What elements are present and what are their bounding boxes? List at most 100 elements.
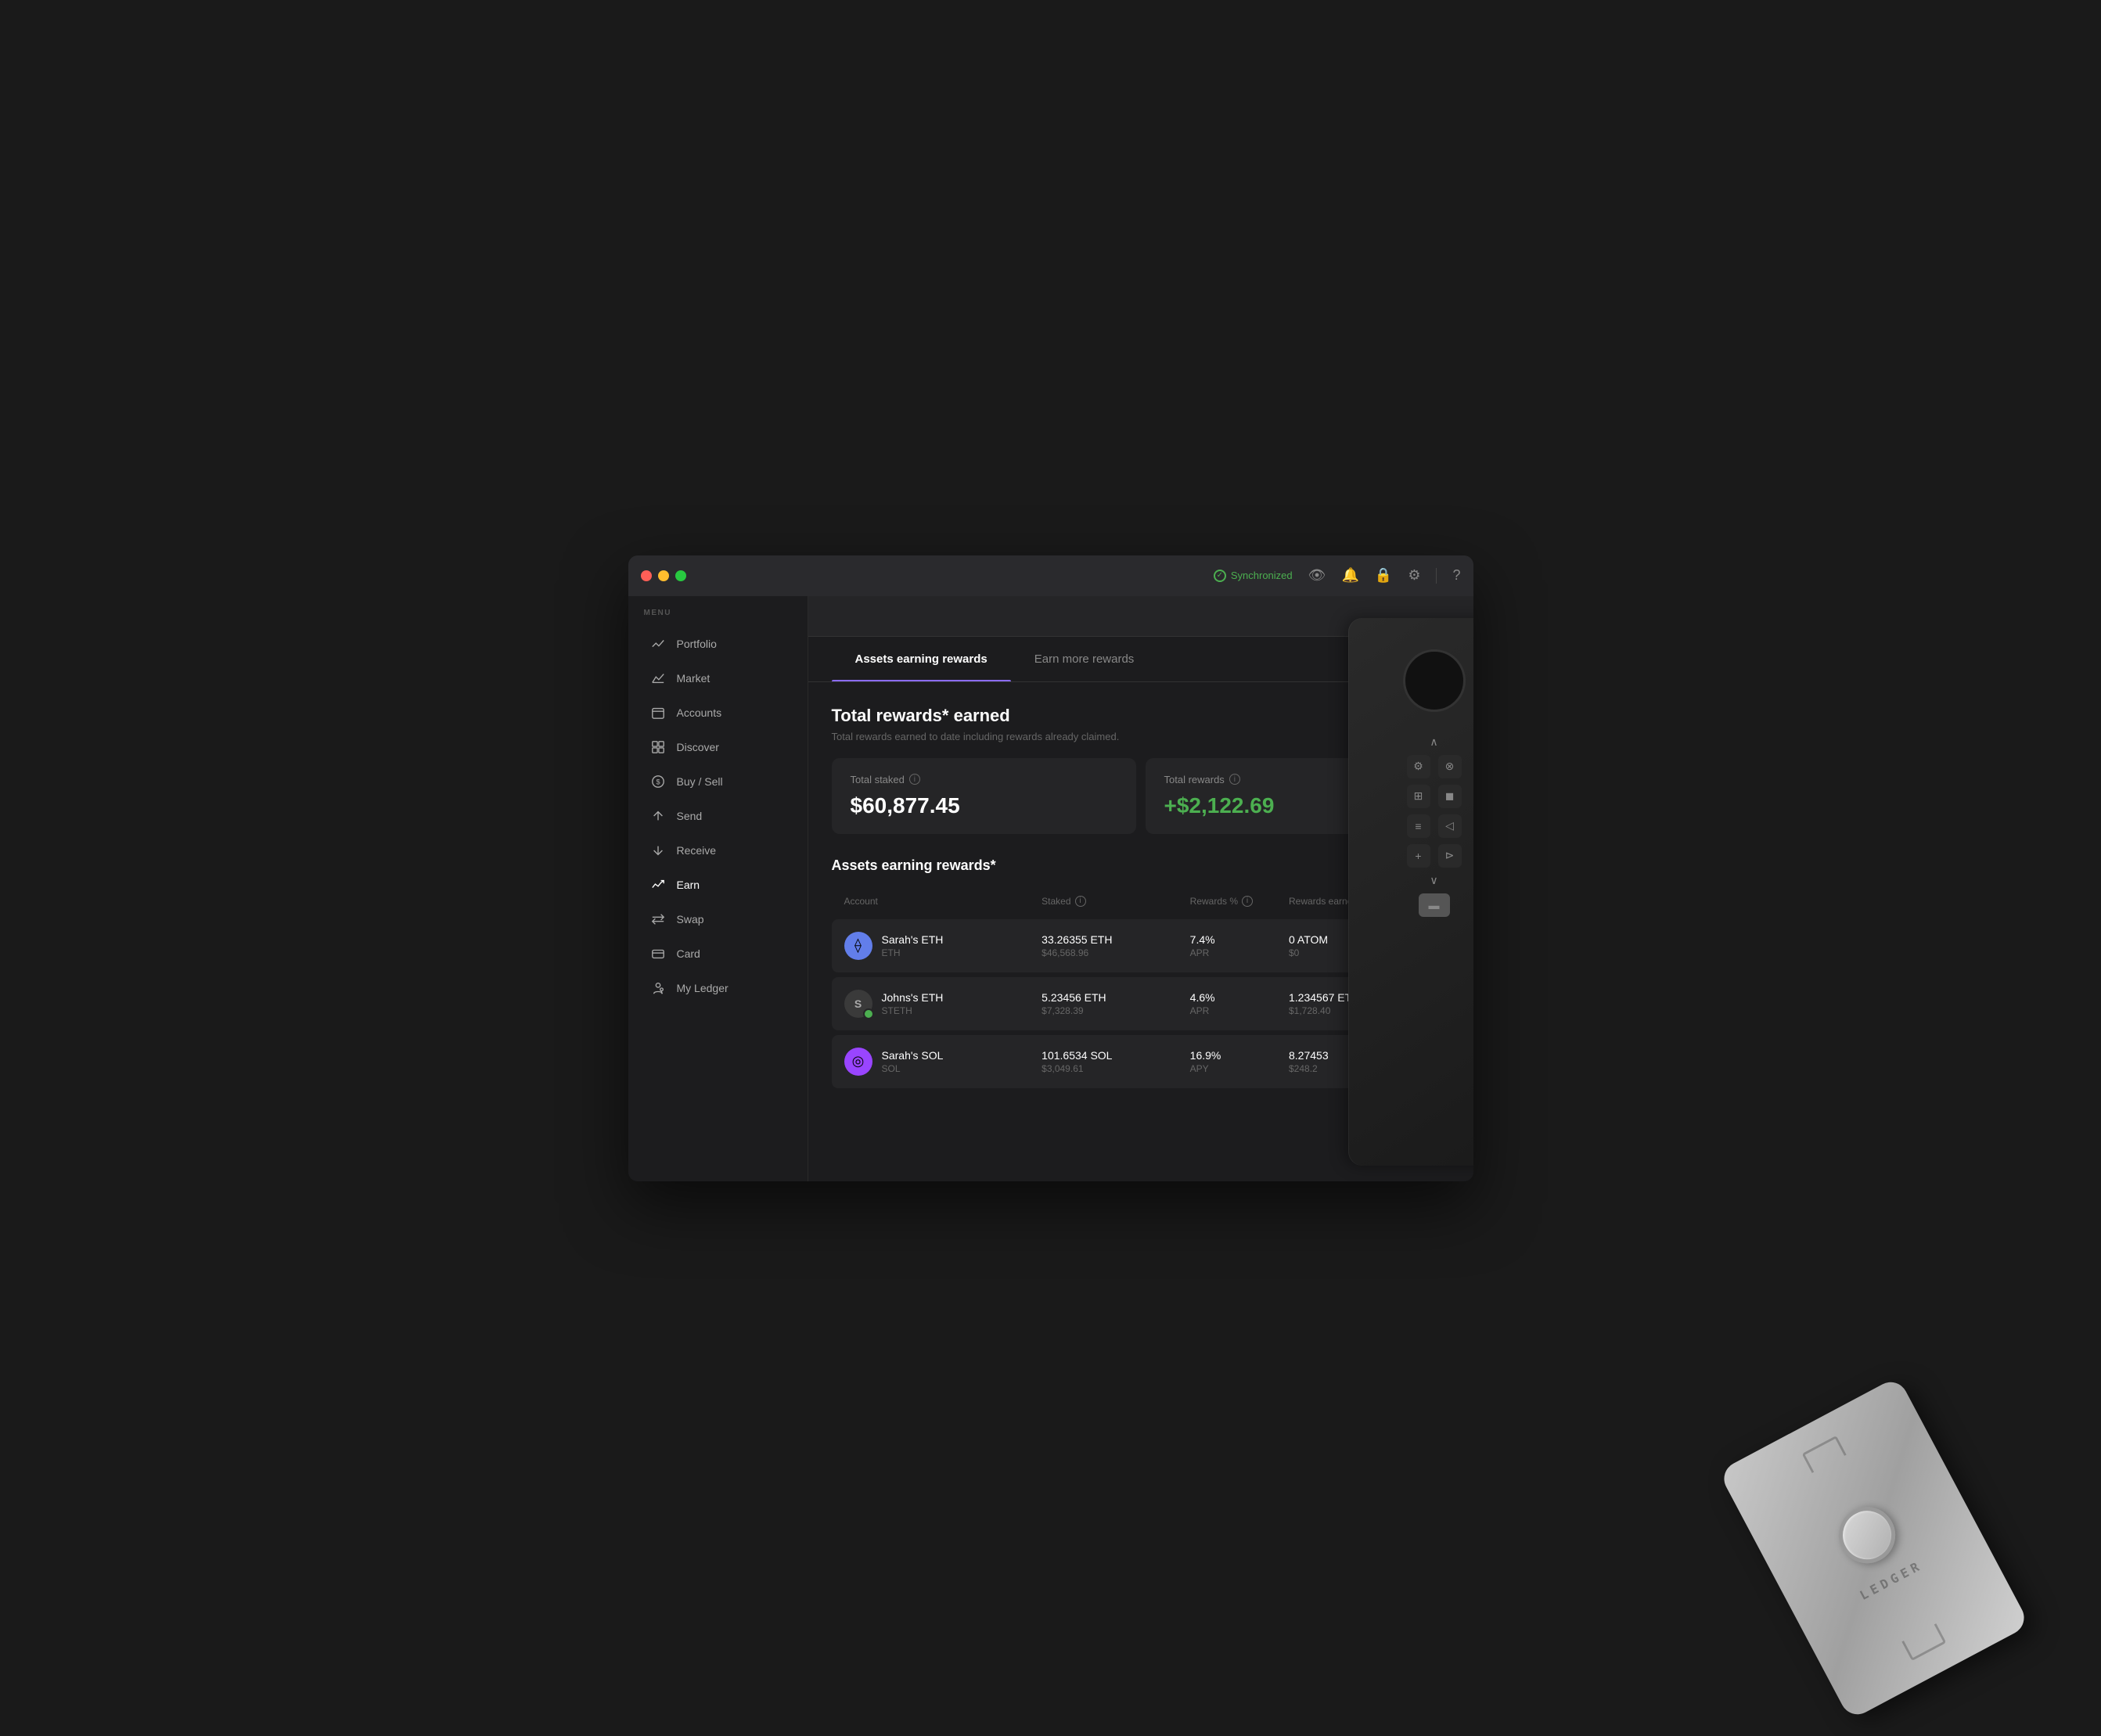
- title-bar-right: ✓ Synchronized 👁 🔔 🔒 ⚙ ?: [1214, 567, 1461, 584]
- sidebar-item-portfolio[interactable]: Portfolio: [635, 627, 801, 660]
- send-icon: [650, 808, 666, 824]
- rewards-type: APR: [1190, 947, 1289, 958]
- help-icon[interactable]: ?: [1452, 567, 1460, 584]
- device-btn-3[interactable]: ⊞: [1407, 785, 1430, 808]
- device-btn-1[interactable]: ⚙: [1407, 755, 1430, 778]
- eth-icon: ⟠: [844, 932, 872, 960]
- tab-earn-more[interactable]: Earn more rewards: [1011, 637, 1158, 681]
- sidebar-item-label: Earn: [677, 879, 700, 891]
- staked-usd: $7,328.39: [1042, 1005, 1190, 1016]
- minimize-button[interactable]: [658, 570, 669, 581]
- lock-icon[interactable]: 🔒: [1375, 567, 1392, 584]
- header-rewards-pct: Rewards % i: [1190, 896, 1289, 907]
- chevron-up-icon: ∧: [1356, 735, 1473, 749]
- sidebar-item-swap[interactable]: Swap: [635, 903, 801, 936]
- total-staked-label: Total staked i: [851, 774, 1117, 785]
- sidebar-item-label: Card: [677, 947, 700, 960]
- device-btn-4[interactable]: ◼: [1438, 785, 1462, 808]
- device-btn-bottom[interactable]: ▬: [1419, 893, 1450, 917]
- total-staked-info-icon[interactable]: i: [909, 774, 920, 785]
- rewards-type: APR: [1190, 1005, 1289, 1016]
- ledger-device-panel: Cosmos ∧ ⚙ ⊗ ⊞ ◼ ≡ ◁ + ⊳: [1348, 618, 1473, 1166]
- device-icon-row: ⚙ ⊗: [1407, 755, 1462, 778]
- staked-amount: 5.23456 ETH: [1042, 991, 1190, 1004]
- rewards-type: APY: [1190, 1063, 1289, 1074]
- bracket-top: [1802, 1436, 1847, 1473]
- maximize-button[interactable]: [675, 570, 686, 581]
- asset-name: Sarah's ETH: [882, 933, 944, 946]
- rewards-pct-cell: 4.6% APR: [1190, 991, 1289, 1016]
- tab-assets-earning[interactable]: Assets earning rewards: [832, 637, 1011, 681]
- asset-name: Johns's ETH: [882, 991, 944, 1004]
- asset-symbol: ETH: [882, 947, 944, 958]
- sidebar-item-discover[interactable]: Discover: [635, 731, 801, 764]
- asset-details: Sarah's SOL SOL: [882, 1049, 944, 1074]
- asset-info: ⟠ Sarah's ETH ETH: [844, 932, 1042, 960]
- staked-amount: 33.26355 ETH: [1042, 933, 1190, 946]
- swap-icon: [650, 911, 666, 927]
- asset-name: Sarah's SOL: [882, 1049, 944, 1062]
- rewards-title: Total rewards* earned: [832, 706, 1120, 726]
- asset-details: Sarah's ETH ETH: [882, 933, 944, 958]
- sidebar-item-label: Buy / Sell: [677, 775, 723, 788]
- portfolio-icon: [650, 636, 666, 652]
- staked-amount: 101.6534 SOL: [1042, 1049, 1190, 1062]
- asset-info: S Johns's ETH STETH: [844, 990, 1042, 1018]
- device-btn-5[interactable]: ≡: [1407, 814, 1430, 838]
- main-layout: MENU Portfolio Market: [628, 596, 1473, 1181]
- device-btn-8[interactable]: ⊳: [1438, 844, 1462, 868]
- dongle-button: [1829, 1497, 1905, 1572]
- bracket-bottom: [1901, 1623, 1946, 1661]
- sidebar-item-label: Market: [677, 672, 711, 685]
- chevron-down-icon: ∨: [1356, 874, 1473, 887]
- close-button[interactable]: [641, 570, 652, 581]
- divider: [1436, 568, 1437, 584]
- staked-usd: $3,049.61: [1042, 1063, 1190, 1074]
- sidebar-item-label: My Ledger: [677, 982, 729, 994]
- sidebar-item-my-ledger[interactable]: My Ledger: [635, 972, 801, 1005]
- sync-indicator: ✓ Synchronized: [1214, 570, 1293, 582]
- sidebar-item-buy-sell[interactable]: $ Buy / Sell: [635, 765, 801, 798]
- asset-symbol: SOL: [882, 1063, 944, 1074]
- device-btn-6[interactable]: ◁: [1438, 814, 1462, 838]
- gear-icon[interactable]: ⚙: [1408, 567, 1420, 584]
- discover-icon: [650, 739, 666, 755]
- sidebar-item-label: Send: [677, 810, 703, 822]
- my-ledger-icon: [650, 980, 666, 996]
- device-btn-7[interactable]: +: [1407, 844, 1430, 868]
- header-account: Account: [844, 896, 1042, 907]
- sidebar-item-card[interactable]: Card: [635, 937, 801, 970]
- rewards-pct: 16.9%: [1190, 1049, 1289, 1062]
- eye-icon[interactable]: 👁: [1308, 567, 1326, 584]
- ledger-hardware-dongle: LEDGER: [1718, 1376, 2031, 1720]
- device-icon-row-2: ⊞ ◼: [1407, 785, 1462, 808]
- sidebar-item-receive[interactable]: Receive: [635, 834, 801, 867]
- menu-label: MENU: [628, 609, 808, 627]
- total-staked-value: $60,877.45: [851, 793, 1117, 818]
- sidebar-item-accounts[interactable]: Accounts: [635, 696, 801, 729]
- sidebar-item-market[interactable]: Market: [635, 662, 801, 695]
- device-btn-2[interactable]: ⊗: [1438, 755, 1462, 778]
- device-icon-row-3: ≡ ◁: [1407, 814, 1462, 838]
- total-staked-card: Total staked i $60,877.45: [832, 758, 1136, 834]
- rewards-pct-info-icon[interactable]: i: [1242, 896, 1253, 907]
- sync-icon: ✓: [1214, 570, 1226, 582]
- sidebar-item-send[interactable]: Send: [635, 800, 801, 832]
- staked-usd: $46,568.96: [1042, 947, 1190, 958]
- accounts-icon: [650, 705, 666, 721]
- title-bar: ✓ Synchronized 👁 🔔 🔒 ⚙ ?: [628, 555, 1473, 596]
- sidebar-item-earn[interactable]: Earn: [635, 868, 801, 901]
- market-icon: [650, 670, 666, 686]
- device-icon-row-4: + ⊳: [1407, 844, 1462, 868]
- steth-badge: [863, 1008, 874, 1019]
- device-circle: [1403, 649, 1466, 712]
- bell-icon[interactable]: 🔔: [1342, 567, 1359, 584]
- header-staked: Staked i: [1042, 896, 1190, 907]
- sidebar: MENU Portfolio Market: [628, 596, 808, 1181]
- rewards-title-block: Total rewards* earned Total rewards earn…: [832, 706, 1120, 742]
- rewards-pct-cell: 7.4% APR: [1190, 933, 1289, 958]
- staked-info-icon[interactable]: i: [1075, 896, 1086, 907]
- staked-cell: 33.26355 ETH $46,568.96: [1042, 933, 1190, 958]
- total-rewards-info-icon[interactable]: i: [1229, 774, 1240, 785]
- steth-icon: S: [844, 990, 872, 1018]
